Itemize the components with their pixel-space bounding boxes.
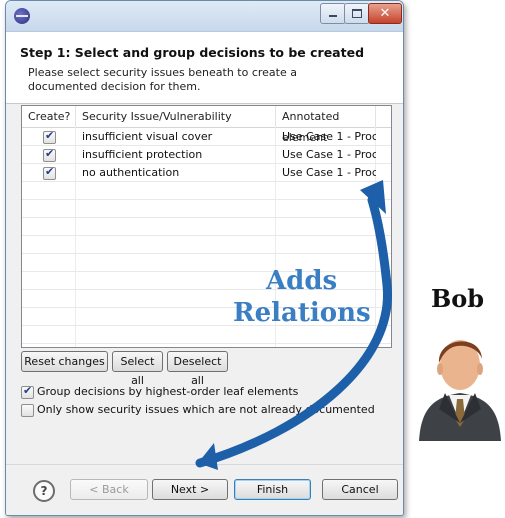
cancel-button[interactable]: Cancel (322, 479, 398, 500)
minimize-icon (329, 15, 337, 17)
annotation-line-2: Relations (233, 298, 371, 328)
deselect-all-button[interactable]: Deselect all (167, 351, 228, 387)
issue-cell: insufficient protection (82, 148, 203, 161)
maximize-icon (352, 9, 362, 18)
issue-cell: no authentication (82, 166, 180, 179)
empty-row (22, 218, 391, 236)
element-cell: Use Case 1 - Proc... (282, 148, 376, 161)
empty-row (22, 182, 391, 200)
help-icon[interactable]: ? (33, 480, 55, 502)
create-checkbox[interactable] (43, 147, 56, 162)
eclipse-icon (14, 8, 30, 24)
element-cell: Use Case 1 - Proc... (282, 166, 376, 179)
next-button[interactable]: Next > (152, 479, 228, 500)
annotation-line-1: Adds (266, 266, 338, 296)
title-bar: ✕ (6, 1, 403, 32)
empty-row (22, 236, 391, 254)
close-icon: ✕ (379, 6, 391, 21)
issue-cell: insufficient visual cover (82, 130, 213, 143)
empty-row (22, 200, 391, 218)
wizard-window: ✕ Step 1: Select and group decisions to … (5, 0, 404, 516)
only-undocumented-checkbox[interactable] (21, 404, 34, 417)
minimize-button[interactable] (320, 3, 346, 24)
element-cell: Use Case 1 - Proc... (282, 130, 376, 143)
maximize-button[interactable] (344, 3, 370, 24)
table-row[interactable]: insufficient visual cover Use Case 1 - P… (22, 128, 391, 146)
group-decisions-checkbox[interactable] (21, 384, 34, 399)
step-description: Please select security issues beneath to… (28, 66, 297, 93)
create-checkbox[interactable] (43, 129, 56, 144)
reset-changes-button[interactable]: Reset changes (21, 351, 108, 372)
close-button[interactable]: ✕ (368, 3, 402, 24)
table-header: Create? Security Issue/Vulnerability Ann… (22, 106, 391, 144)
empty-row (22, 326, 391, 344)
group-decisions-label: Group decisions by highest-order leaf el… (37, 385, 299, 398)
finish-button[interactable]: Finish (234, 479, 311, 500)
column-header-issue[interactable]: Security Issue/Vulnerability (76, 106, 276, 127)
table-row[interactable]: insufficient protection Use Case 1 - Pro… (22, 146, 391, 164)
column-header-create[interactable]: Create? (22, 106, 76, 127)
step-title: Step 1: Select and group decisions to be… (20, 45, 365, 60)
only-undocumented-label: Only show security issues which are not … (37, 403, 375, 416)
table-row[interactable]: no authentication Use Case 1 - Proc... (22, 164, 391, 182)
back-button[interactable]: < Back (70, 479, 148, 500)
create-checkbox[interactable] (43, 165, 56, 180)
column-header-element[interactable]: Annotated element (276, 106, 376, 144)
person-name: Bob (431, 284, 485, 313)
businessman-avatar-icon (419, 340, 501, 441)
select-all-button[interactable]: Select all (112, 351, 163, 387)
